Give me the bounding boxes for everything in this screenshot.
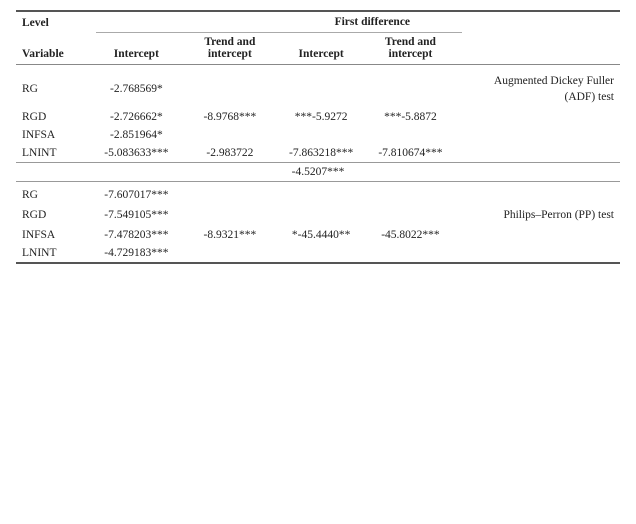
- test-note: [462, 244, 620, 263]
- fd-trend-cell: [359, 186, 461, 204]
- trend-cell: [177, 186, 283, 204]
- table-row: INFSA -2.851964*: [16, 126, 620, 144]
- fd-intercept-cell: [283, 244, 359, 263]
- variable-cell: LNINT: [16, 244, 96, 263]
- level-label: Level: [16, 13, 96, 32]
- test-note: [462, 108, 620, 126]
- intercept-cell: -2.851964*: [96, 126, 177, 144]
- table-row: INFSA -7.478203*** -8.9321*** *-45.4440*…: [16, 226, 620, 244]
- trend-cell: [177, 244, 283, 263]
- fd-trend-cell: ***-5.8872: [359, 108, 461, 126]
- fd-intercept-cell: ***-5.9272: [283, 108, 359, 126]
- test-note: Augmented Dickey Fuller (ADF) test: [462, 70, 620, 108]
- fd-trend-cell: -45.8022***: [359, 226, 461, 244]
- fd-intercept-cell: -7.863218***: [283, 144, 359, 163]
- fd-trend-cell: -7.810674***: [359, 144, 461, 163]
- trend1-col-header: Trend and intercept: [177, 32, 283, 64]
- intercept1-col-header: Intercept: [96, 32, 177, 64]
- fd-intercept-cell: [283, 126, 359, 144]
- trend-cell: -2.983722: [177, 144, 283, 163]
- variable-cell: INFSA: [16, 226, 96, 244]
- fd-trend-cell: [359, 244, 461, 263]
- intercept-cell: -4.729183***: [96, 244, 177, 263]
- table-row: LNINT -5.083633*** -2.983722 -7.863218**…: [16, 144, 620, 163]
- intercept-cell: -2.768569*: [96, 70, 177, 108]
- variable-cell: RG: [16, 70, 96, 108]
- table-row: RGD -7.549105*** Philips–Perron (PP) tes…: [16, 204, 620, 226]
- test-note: [462, 144, 620, 163]
- intercept-cell: -2.726662*: [96, 108, 177, 126]
- fd-intercept-cell: *-45.4440**: [283, 226, 359, 244]
- test-note: [462, 126, 620, 144]
- intercept-cell: -7.549105***: [96, 204, 177, 226]
- trend-cell: [177, 70, 283, 108]
- intercept-cell: -7.478203***: [96, 226, 177, 244]
- table-row: RG -7.607017***: [16, 186, 620, 204]
- fd-intercept-cell: [283, 70, 359, 108]
- right-empty-header: [462, 32, 620, 64]
- variable-cell: INFSA: [16, 126, 96, 144]
- level-group-spacer: [96, 13, 283, 32]
- variable-cell: LNINT: [16, 144, 96, 163]
- intercept2-col-header: Intercept: [283, 32, 359, 64]
- variable-cell: RG: [16, 186, 96, 204]
- right-spacer: [462, 13, 620, 32]
- fd-trend-cell: [359, 126, 461, 144]
- trend-cell: [177, 126, 283, 144]
- trend-cell: [177, 204, 283, 226]
- test-note: Philips–Perron (PP) test: [462, 204, 620, 226]
- first-diff-label: First difference: [283, 13, 462, 32]
- fd-trend-cell: [359, 204, 461, 226]
- variable-cell: RGD: [16, 108, 96, 126]
- trend-cell: -8.9321***: [177, 226, 283, 244]
- test-note: [462, 186, 620, 204]
- test-note: [462, 226, 620, 244]
- divider-value: -4.5207***: [16, 163, 620, 182]
- table-row: RGD -2.726662* -8.9768*** ***-5.9272 ***…: [16, 108, 620, 126]
- table-row: LNINT -4.729183***: [16, 244, 620, 263]
- variable-col-header: Variable: [16, 32, 96, 64]
- divider-row: -4.5207***: [16, 163, 620, 182]
- intercept-cell: -5.083633***: [96, 144, 177, 163]
- intercept-cell: -7.607017***: [96, 186, 177, 204]
- fd-intercept-cell: [283, 204, 359, 226]
- trend-cell: -8.9768***: [177, 108, 283, 126]
- trend2-col-header: Trend and intercept: [359, 32, 461, 64]
- variable-cell: RGD: [16, 204, 96, 226]
- fd-intercept-cell: [283, 186, 359, 204]
- table-row: RG -2.768569* Augmented Dickey Fuller (A…: [16, 70, 620, 108]
- fd-trend-cell: [359, 70, 461, 108]
